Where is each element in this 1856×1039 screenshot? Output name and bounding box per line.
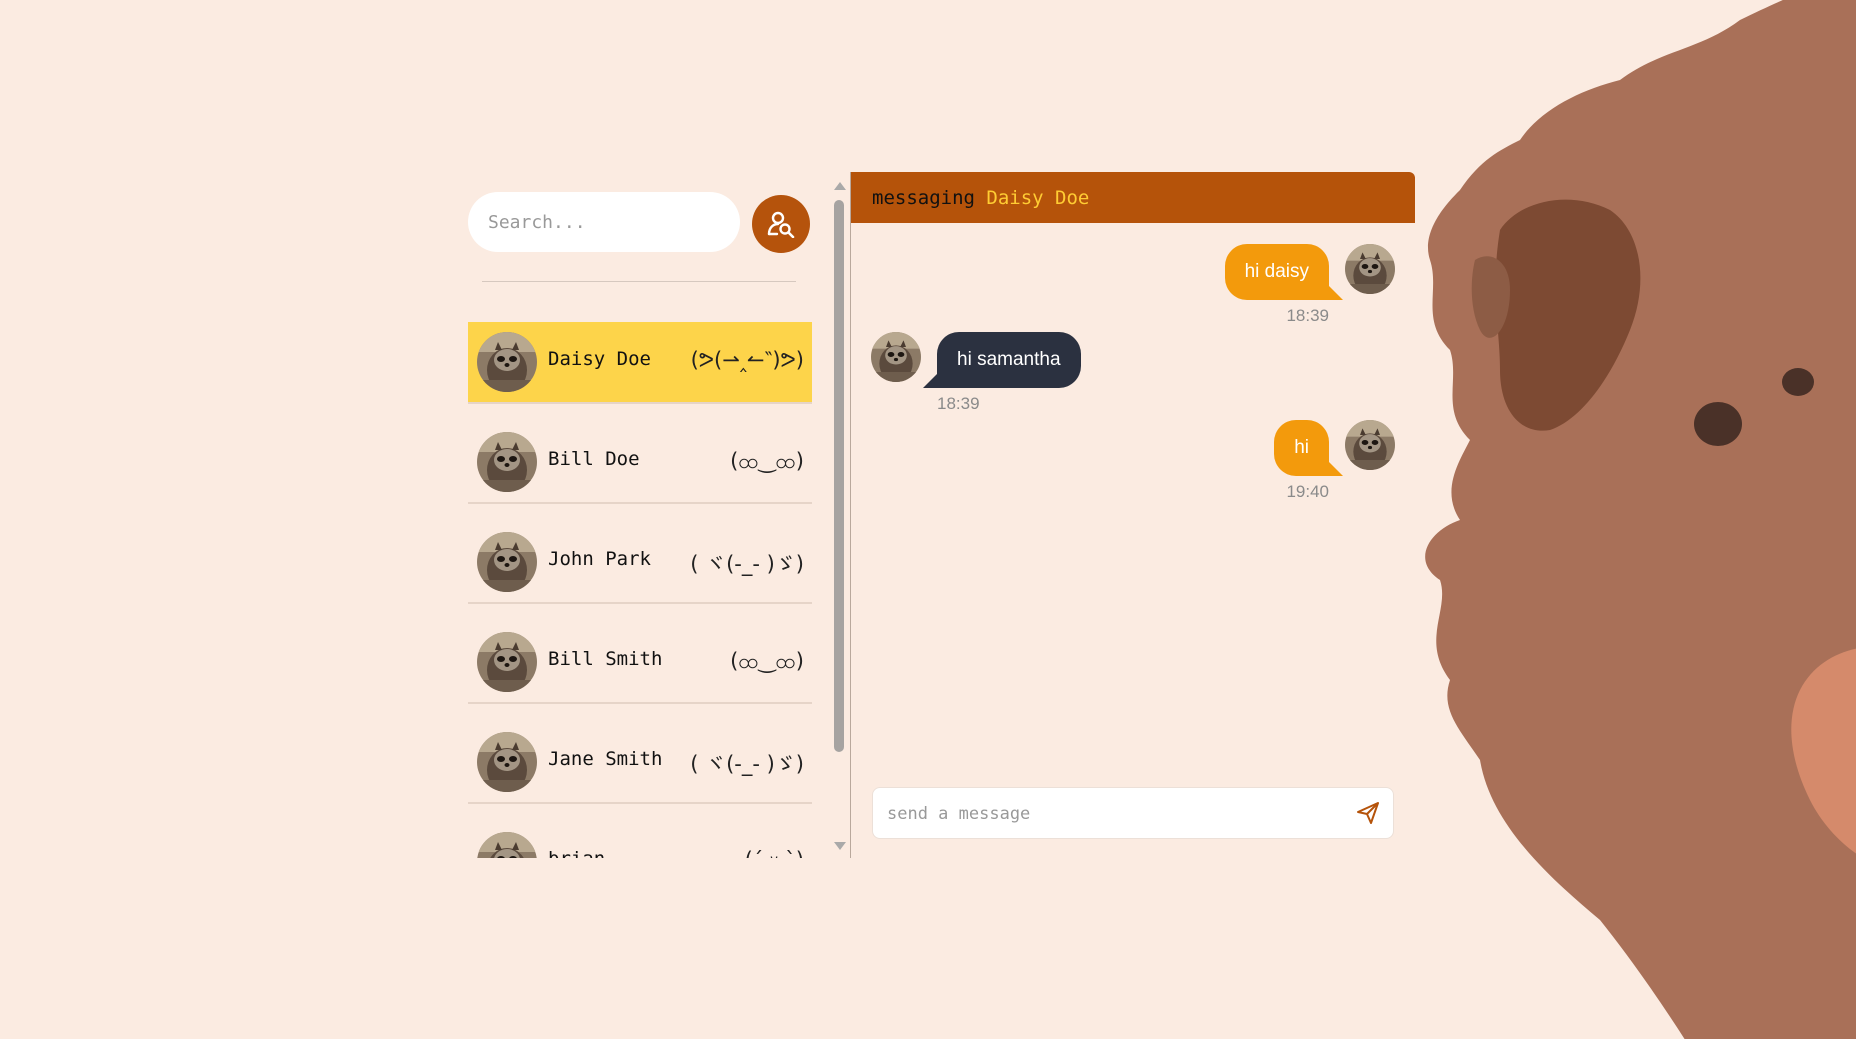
contact-item[interactable]: Bill Doe (ထ‿ထ) bbox=[468, 422, 812, 504]
avatar bbox=[1345, 420, 1395, 470]
contact-name: Bill Smith bbox=[548, 648, 663, 670]
avatar bbox=[477, 332, 537, 392]
raccoon-avatar-icon bbox=[871, 332, 921, 382]
message-input[interactable] bbox=[885, 788, 1329, 840]
message-sent: hi 19:40 bbox=[851, 420, 1415, 504]
message-bubble: hi samantha bbox=[937, 332, 1081, 388]
avatar bbox=[477, 532, 537, 592]
contact-item[interactable]: Bill Smith (ထ‿ထ) bbox=[468, 622, 812, 704]
raccoon-avatar-icon bbox=[477, 632, 537, 692]
message-composer bbox=[872, 787, 1394, 840]
raccoon-avatar-icon bbox=[477, 732, 537, 792]
chat-panel: messaging Daisy Doe hi daisy 18:39 hi sama… bbox=[850, 172, 1415, 858]
bubble-tail bbox=[1329, 286, 1343, 300]
user-search-icon bbox=[767, 211, 795, 238]
header-contact-name: Daisy Doe bbox=[986, 187, 1090, 209]
contacts-sidebar: Daisy Doe (ᕗ(⇀‸↼‶)ᕗ) Bill Doe (ထ‿ထ) John Par… bbox=[468, 180, 848, 858]
scroll-down-arrow-icon[interactable] bbox=[834, 842, 846, 850]
header-prefix: messaging bbox=[872, 187, 975, 209]
raccoon-avatar-icon bbox=[477, 832, 537, 858]
bubble-tail bbox=[923, 374, 937, 388]
contact-item[interactable]: John Park ( ヾ(-_- )ゞ) bbox=[468, 522, 812, 604]
bubble-tail bbox=[1329, 462, 1343, 476]
raccoon-avatar-icon bbox=[477, 532, 537, 592]
search-input[interactable] bbox=[468, 192, 740, 252]
raccoon-avatar-icon bbox=[1345, 420, 1395, 470]
message-time: 18:39 bbox=[937, 394, 980, 413]
message-time: 19:40 bbox=[1286, 482, 1329, 501]
contact-mood: (ᕗ(⇀‸↼‶)ᕗ) bbox=[690, 348, 804, 372]
raccoon-avatar-icon bbox=[477, 332, 537, 392]
contact-mood: (ˊ ᵕ ˋ) bbox=[745, 848, 804, 858]
search-divider bbox=[482, 281, 796, 282]
contact-item[interactable]: Daisy Doe (ᕗ(⇀‸↼‶)ᕗ) bbox=[468, 322, 812, 404]
contact-list-scrollbar[interactable] bbox=[832, 180, 846, 858]
chat-app: Daisy Doe (ᕗ(⇀‸↼‶)ᕗ) Bill Doe (ထ‿ထ) John Par… bbox=[0, 0, 1856, 1039]
send-icon bbox=[1357, 802, 1379, 824]
contact-item[interactable]: brian (ˊ ᵕ ˋ) bbox=[468, 822, 812, 858]
avatar bbox=[477, 832, 537, 858]
contact-mood: (ထ‿ထ) bbox=[730, 649, 804, 673]
avatar bbox=[871, 332, 921, 382]
avatar bbox=[477, 432, 537, 492]
scroll-up-arrow-icon[interactable] bbox=[834, 182, 846, 190]
raccoon-avatar-icon bbox=[477, 432, 537, 492]
message-bubble: hi daisy bbox=[1224, 244, 1329, 300]
avatar bbox=[477, 732, 537, 792]
search-user-button[interactable] bbox=[752, 195, 810, 253]
message-sent: hi daisy 18:39 bbox=[851, 244, 1415, 328]
chat-header: messaging Daisy Doe bbox=[851, 172, 1415, 223]
contact-name: Jane Smith bbox=[548, 748, 663, 770]
search-row bbox=[468, 192, 812, 253]
message-received: hi samantha 18:39 bbox=[851, 332, 1415, 416]
contact-list: Daisy Doe (ᕗ(⇀‸↼‶)ᕗ) Bill Doe (ထ‿ထ) John Par… bbox=[468, 322, 812, 858]
send-button[interactable] bbox=[1355, 801, 1381, 827]
contact-name: Daisy Doe bbox=[548, 348, 651, 370]
message-bubble: hi bbox=[1274, 420, 1329, 476]
avatar bbox=[477, 632, 537, 692]
contact-name: Bill Doe bbox=[548, 448, 640, 470]
avatar bbox=[1345, 244, 1395, 294]
teddy-bear-illustration bbox=[1425, 0, 1856, 1039]
contact-mood: ( ヾ(-_- )ゞ) bbox=[690, 552, 804, 576]
contact-mood: ( ヾ(-_- )ゞ) bbox=[690, 752, 804, 776]
scroll-thumb[interactable] bbox=[834, 200, 844, 752]
contact-mood: (ထ‿ထ) bbox=[730, 449, 804, 473]
contact-name: John Park bbox=[548, 548, 651, 570]
contact-item[interactable]: Jane Smith ( ヾ(-_- )ゞ) bbox=[468, 722, 812, 804]
message-time: 18:39 bbox=[1286, 306, 1329, 325]
raccoon-avatar-icon bbox=[1345, 244, 1395, 294]
chat-header-title: messaging Daisy Doe bbox=[872, 187, 1089, 209]
contact-name: brian bbox=[548, 848, 605, 858]
